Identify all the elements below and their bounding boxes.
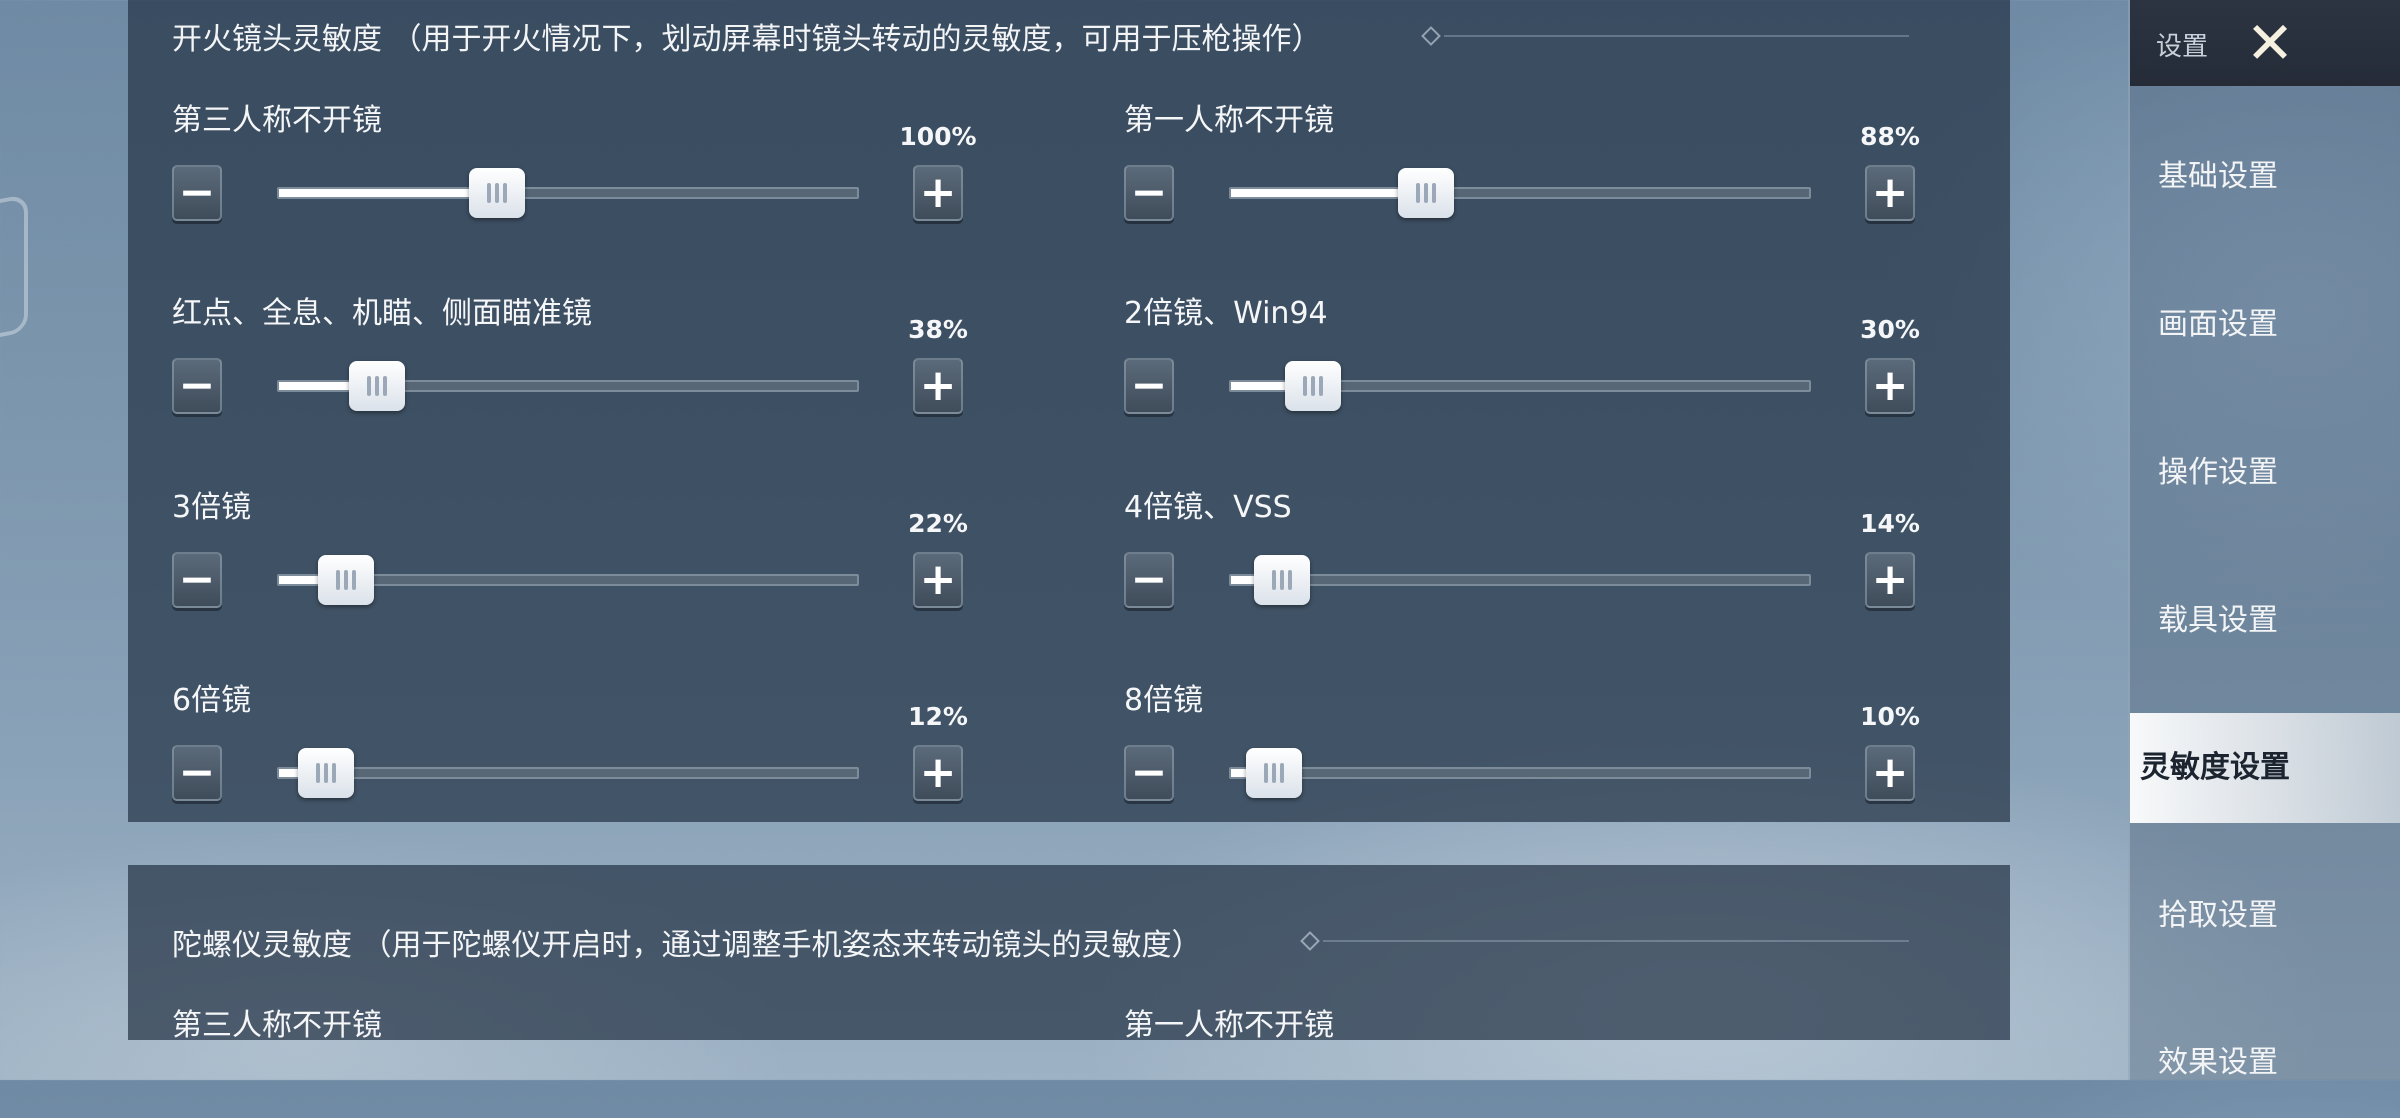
slider-handle[interactable] [1254,555,1310,605]
increase-button[interactable]: + [913,165,963,221]
slider-value: 88% [1860,122,1920,151]
sensitivity-slider-track[interactable] [277,555,859,605]
slider-handle[interactable] [318,555,374,605]
slider-handle[interactable] [298,748,354,798]
slider-handle[interactable] [1246,748,1302,798]
slider-value: 14% [1860,509,1920,538]
slider-value: 38% [908,315,968,344]
increase-button[interactable]: + [1865,552,1915,608]
sidebar-item-basic[interactable]: 基础设置 [2130,122,2400,232]
decrease-button[interactable]: − [1124,745,1174,801]
slider-value: 12% [908,702,968,731]
decrease-button[interactable]: − [1124,358,1174,414]
sidebar-item-controls[interactable]: 操作设置 [2130,418,2400,528]
increase-button[interactable]: + [1865,745,1915,801]
sidebar-item-effects[interactable]: 效果设置 [2130,1008,2400,1118]
slider-fill [1231,189,1408,197]
fire-sensitivity-panel [128,0,2010,822]
slider-value: 100% [899,122,977,151]
gyro-section-title: 陀螺仪灵敏度 （用于陀螺仪开启时，通过调整手机姿态来转动镜头的灵敏度） [172,928,1202,963]
sidebar-header: 设置 ✕ [2130,0,2400,86]
increase-button[interactable]: + [913,745,963,801]
decrease-button[interactable]: − [1124,552,1174,608]
slider-label: 第三人称不开镜 [172,103,382,138]
increase-button[interactable]: + [913,552,963,608]
section-divider [1323,940,1909,942]
sidebar-item-pickup[interactable]: 拾取设置 [2130,861,2400,971]
sensitivity-slider-track[interactable] [277,361,859,411]
slider-label: 2倍镜、Win94 [1124,296,1328,331]
sensitivity-slider-track[interactable] [277,748,859,798]
slider-handle[interactable] [349,361,405,411]
slider-handle[interactable] [1285,361,1341,411]
sensitivity-slider-track[interactable] [277,168,859,218]
sensitivity-slider-track[interactable] [1229,748,1811,798]
fire-section-title: 开火镜头灵敏度 （用于开火情况下，划动屏幕时镜头转动的灵敏度，可用于压枪操作） [172,22,1322,57]
increase-button[interactable]: + [1865,165,1915,221]
sidebar-item-graphics[interactable]: 画面设置 [2130,270,2400,380]
slider-label: 红点、全息、机瞄、侧面瞄准镜 [172,296,592,331]
sidebar-item-sensitivity[interactable]: 灵敏度设置 [2130,713,2400,823]
slider-label: 第一人称不开镜 [1124,103,1334,138]
sensitivity-slider-track[interactable] [1229,168,1811,218]
slider-label: 3倍镜 [172,490,252,525]
slider-value: 30% [1860,315,1920,344]
sensitivity-slider-track[interactable] [1229,361,1811,411]
decrease-button[interactable]: − [172,165,222,221]
gyro-label-first-person: 第一人称不开镜 [1124,1008,1334,1043]
decrease-button[interactable]: − [172,358,222,414]
slider-fill [279,382,359,390]
close-icon[interactable]: ✕ [2230,10,2310,76]
slider-label: 4倍镜、VSS [1124,490,1292,525]
slider-fill [279,189,479,197]
increase-button[interactable]: + [913,358,963,414]
sidebar-item-vehicle[interactable]: 载具设置 [2130,566,2400,676]
sensitivity-slider-track[interactable] [1229,555,1811,605]
slider-handle[interactable] [469,168,525,218]
decrease-button[interactable]: − [172,745,222,801]
slider-value: 22% [908,509,968,538]
hex-frame-decoration [0,194,28,344]
settings-sidebar: 设置 ✕ 基础设置 画面设置 操作设置 载具设置 灵敏度设置 拾取设置 效果设置 [2128,0,2400,1080]
decrease-button[interactable]: − [1124,165,1174,221]
slider-handle[interactable] [1398,168,1454,218]
slider-value: 10% [1860,702,1920,731]
gyro-label-third-person: 第三人称不开镜 [172,1008,382,1043]
slider-label: 8倍镜 [1124,683,1204,718]
slider-label: 6倍镜 [172,683,252,718]
increase-button[interactable]: + [1865,358,1915,414]
sidebar-title: 设置 [2156,32,2209,62]
section-divider [1444,35,1909,37]
decrease-button[interactable]: − [172,552,222,608]
